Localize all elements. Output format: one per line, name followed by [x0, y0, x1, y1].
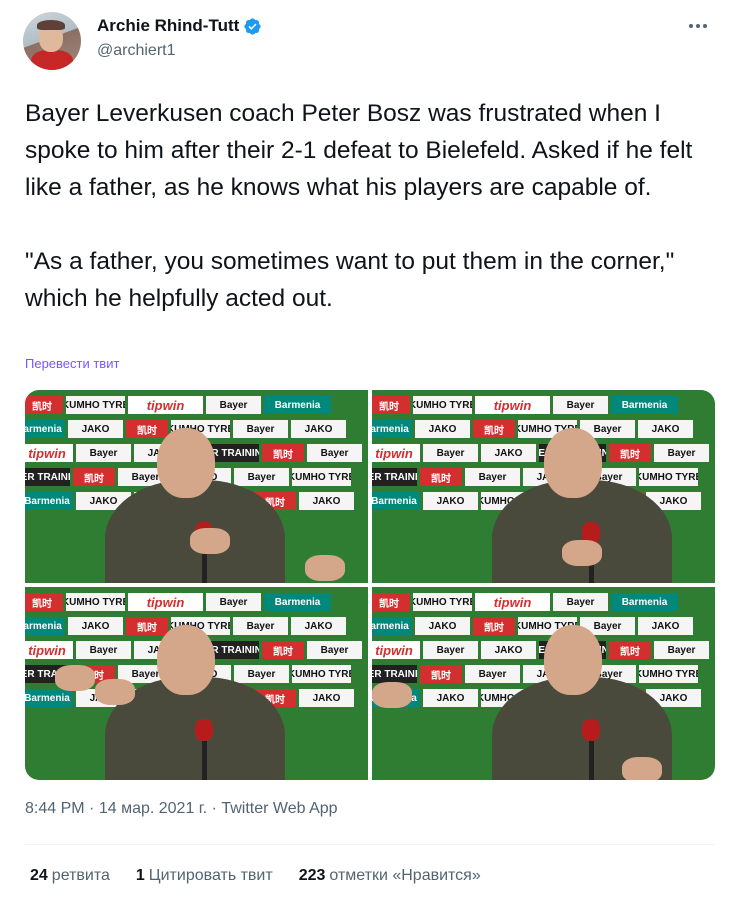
sponsor-board: KIESER TRAINING — [25, 468, 70, 486]
coach-figure — [372, 607, 692, 780]
more-options-icon[interactable] — [686, 14, 710, 38]
meta-separator: · — [211, 800, 217, 817]
sponsor-board: JAKO — [423, 492, 478, 510]
verified-badge-icon — [244, 17, 261, 35]
sponsor-board: tipwin — [25, 641, 73, 659]
quotes-label: Цитировать твит — [148, 867, 273, 884]
quotes-stat[interactable]: 1 Цитировать твит — [136, 867, 273, 885]
tweet-text: Bayer Leverkusen coach Peter Bosz was fr… — [25, 95, 725, 317]
author-handle[interactable]: @archiert1 — [97, 42, 176, 60]
quotes-count: 1 — [135, 867, 145, 884]
sponsor-board: KIESER TRAINING — [372, 468, 417, 486]
likes-stat[interactable]: 223 отметки «Нравится» — [299, 867, 481, 885]
sponsor-board: tipwin — [372, 641, 420, 659]
divider — [25, 844, 715, 845]
tweet-paragraph: Bayer Leverkusen coach Peter Bosz was fr… — [25, 100, 693, 201]
sponsor-board: Bayer — [423, 641, 478, 659]
retweets-label: ретвита — [51, 867, 110, 884]
sponsor-board: Bayer — [423, 444, 478, 462]
likes-label: отметки «Нравится» — [329, 867, 481, 884]
sponsor-board: 凯时 — [25, 396, 63, 414]
sponsor-board: Barmenia — [372, 617, 412, 635]
sponsor-board: KUMHO TYRE — [413, 593, 472, 611]
tweet-paragraph: "As a father, you sometimes want to put … — [25, 248, 675, 312]
sponsor-board: tipwin — [372, 444, 420, 462]
media-photo[interactable]: 凯时KUMHO TYREtipwinBayerBarmeniaBarmeniaJ… — [25, 587, 368, 780]
tweet-source[interactable]: Twitter Web App — [221, 800, 337, 817]
coach-figure — [105, 410, 345, 583]
author-display-name[interactable]: Archie Rhind-Tutt — [97, 16, 239, 36]
media-photo[interactable]: 凯时KUMHO TYREtipwinBayerBarmeniaBarmeniaJ… — [372, 390, 715, 583]
sponsor-board: 凯时 — [420, 665, 462, 683]
sponsor-board: Bayer — [307, 641, 362, 659]
sponsor-board: Bayer — [307, 444, 362, 462]
sponsor-board: Barmenia — [25, 689, 73, 707]
sponsor-board: Barmenia — [372, 420, 412, 438]
retweets-count: 24 — [30, 867, 48, 884]
tweet-time[interactable]: 8:44 PM — [25, 800, 85, 817]
tweet-meta: 8:44 PM · 14 мар. 2021 г. · Twitter Web … — [25, 800, 338, 818]
sponsor-board: JAKO — [415, 617, 470, 635]
tweet-date[interactable]: 14 мар. 2021 г. — [99, 800, 207, 817]
retweets-stat[interactable]: 24 ретвита — [30, 867, 110, 885]
sponsor-board: JAKO — [423, 689, 478, 707]
coach-figure — [492, 410, 692, 583]
sponsor-board: Barmenia — [372, 492, 420, 510]
sponsor-board: 凯时 — [372, 593, 410, 611]
engagement-stats: 24 ретвита 1 Цитировать твит 223 отметки «Н… — [30, 867, 507, 885]
sponsor-board: 凯时 — [372, 396, 410, 414]
sponsor-board: KIESER TRAINING — [372, 665, 417, 683]
sponsor-board: tipwin — [25, 444, 73, 462]
sponsor-board: JAKO — [299, 689, 354, 707]
sponsor-board: JAKO — [415, 420, 470, 438]
media-photo[interactable]: 凯时KUMHO TYREtipwinBayerBarmeniaBarmeniaJ… — [372, 587, 715, 780]
sponsor-board: Barmenia — [25, 617, 65, 635]
media-photo[interactable]: 凯时KUMHO TYREtipwinBayerBarmeniaBarmeniaJ… — [25, 390, 368, 583]
coach-figure — [55, 607, 305, 780]
avatar[interactable] — [23, 12, 81, 70]
sponsor-board: 凯时 — [420, 468, 462, 486]
sponsor-board: JAKO — [299, 492, 354, 510]
sponsor-board: Barmenia — [25, 420, 65, 438]
sponsor-board: 凯时 — [25, 593, 63, 611]
sponsor-board: Barmenia — [25, 492, 73, 510]
sponsor-board: KUMHO TYRE — [413, 396, 472, 414]
media-grid[interactable]: 凯时KUMHO TYREtipwinBayerBarmeniaBarmeniaJ… — [25, 390, 715, 780]
meta-separator: · — [89, 800, 95, 817]
tweet-card: Archie Rhind-Tutt @archiert1 Bayer Lever… — [0, 0, 730, 907]
author-name-row: Archie Rhind-Tutt — [97, 16, 262, 36]
likes-count: 223 — [298, 867, 326, 884]
translate-tweet-link[interactable]: Перевести твит — [25, 356, 119, 371]
